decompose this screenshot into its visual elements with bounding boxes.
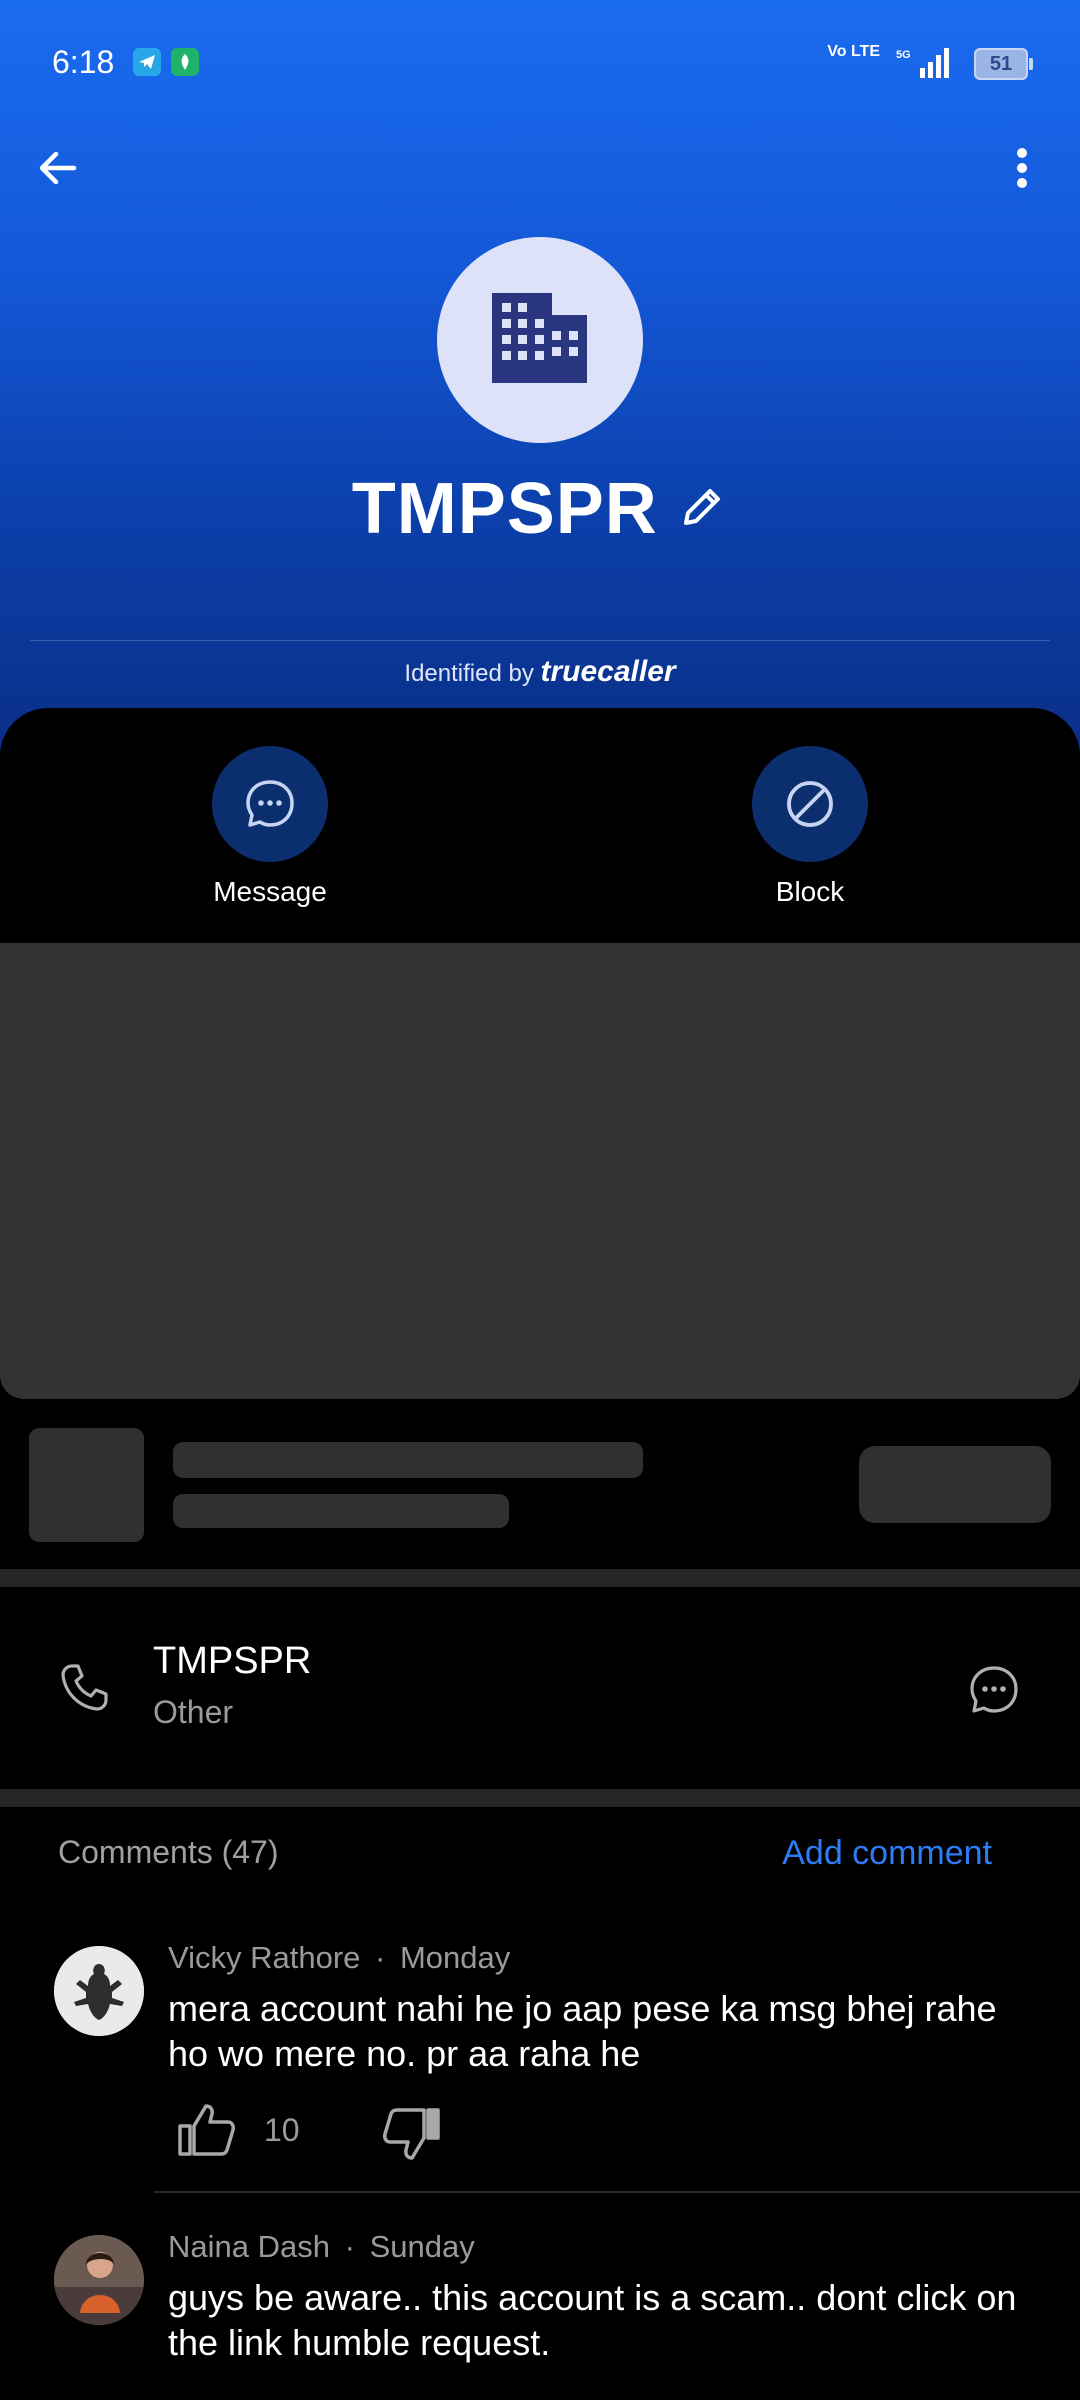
thumbs-down-icon (383, 2108, 440, 2160)
block-action-circle[interactable] (752, 746, 868, 862)
downvote-button[interactable] (382, 2106, 442, 2167)
edit-name-button[interactable] (676, 481, 728, 538)
comment-item: Vicky Rathore · Monday mera account nahi… (0, 1940, 1080, 2200)
thumbs-up-icon (178, 2104, 235, 2156)
block-action[interactable]: Block (710, 746, 910, 908)
comment-text: mera account nahi he jo aap pese ka msg … (168, 1988, 997, 2074)
avatar-photo-icon (54, 1946, 144, 2036)
comment-text: guys be aware.. this account is a scam..… (168, 2277, 1017, 2363)
header-divider (30, 640, 1050, 641)
more-options-button[interactable] (994, 140, 1050, 196)
arrow-left-icon (39, 151, 77, 185)
building-icon (492, 293, 587, 383)
network-indicator: Vo LTE (827, 43, 880, 60)
add-comment-button[interactable]: Add comment (782, 1834, 992, 1873)
contact-name: TMPSPR (351, 469, 658, 549)
comment-time: Sunday (369, 2229, 475, 2264)
business-avatar (437, 237, 643, 443)
telegram-notification-icon (133, 48, 161, 76)
skeleton-line (173, 1442, 643, 1478)
phone-type: Other (153, 1694, 234, 1730)
network-gen-label: 5G (896, 49, 911, 61)
section-divider (0, 1569, 1080, 1587)
identified-by: Identified by truecaller (0, 655, 1080, 689)
comment-author: Naina Dash (168, 2229, 330, 2264)
user-avatar[interactable] (54, 2235, 144, 2325)
signal-icon: 5G (896, 46, 962, 85)
block-icon (787, 781, 833, 827)
user-avatar[interactable] (54, 1946, 144, 2036)
phone-number: TMPSPR (153, 1640, 312, 1682)
message-bubble-icon (970, 1666, 1018, 1713)
comments-title: Comments (47) (58, 1834, 279, 1870)
pencil-icon (684, 488, 721, 525)
app-notification-icon (171, 48, 199, 76)
more-vert-icon (1017, 148, 1027, 188)
message-action-circle[interactable] (212, 746, 328, 862)
message-label: Message (213, 876, 327, 907)
avatar-photo-icon (54, 2235, 144, 2325)
back-button[interactable] (30, 140, 86, 196)
identified-prefix: Identified by (404, 660, 534, 687)
sms-button[interactable] (966, 1662, 1022, 1723)
comment-author: Vicky Rathore (168, 1940, 361, 1975)
loading-ad-placeholder (0, 943, 1080, 1399)
skeleton-line (173, 1494, 509, 1528)
comment-time: Monday (399, 1940, 511, 1975)
comment-meta: Vicky Rathore · Monday (168, 1940, 510, 1976)
comment-meta-separator: · (344, 2229, 355, 2264)
status-time: 6:18 (52, 44, 115, 80)
profile-header: 6:18 Vo LTE 5G 51 TMPSPR Identified by t… (0, 0, 1080, 760)
skeleton-button (859, 1446, 1051, 1523)
upvote-button[interactable] (176, 2102, 236, 2163)
comment-divider (154, 2191, 1080, 2193)
message-action[interactable]: Message (170, 746, 370, 908)
contact-name-row: TMPSPR (0, 468, 1080, 550)
comment-meta-separator: · (375, 1940, 386, 1975)
battery-indicator: 51 (974, 48, 1033, 80)
message-bubble-icon (246, 780, 294, 827)
comment-meta: Naina Dash · Sunday (168, 2229, 475, 2265)
upvote-count: 10 (264, 2112, 300, 2148)
status-bar: 6:18 Vo LTE 5G 51 (0, 40, 1080, 86)
phone-icon (61, 1664, 108, 1711)
block-label: Block (775, 876, 845, 907)
comment-item: Naina Dash · Sunday guys be aware.. this… (0, 2229, 1080, 2400)
truecaller-logo: truecaller (540, 655, 676, 688)
section-divider (0, 1789, 1080, 1807)
skeleton-thumbnail (29, 1428, 144, 1542)
phone-number-row[interactable]: TMPSPR Other (0, 1590, 1080, 1790)
